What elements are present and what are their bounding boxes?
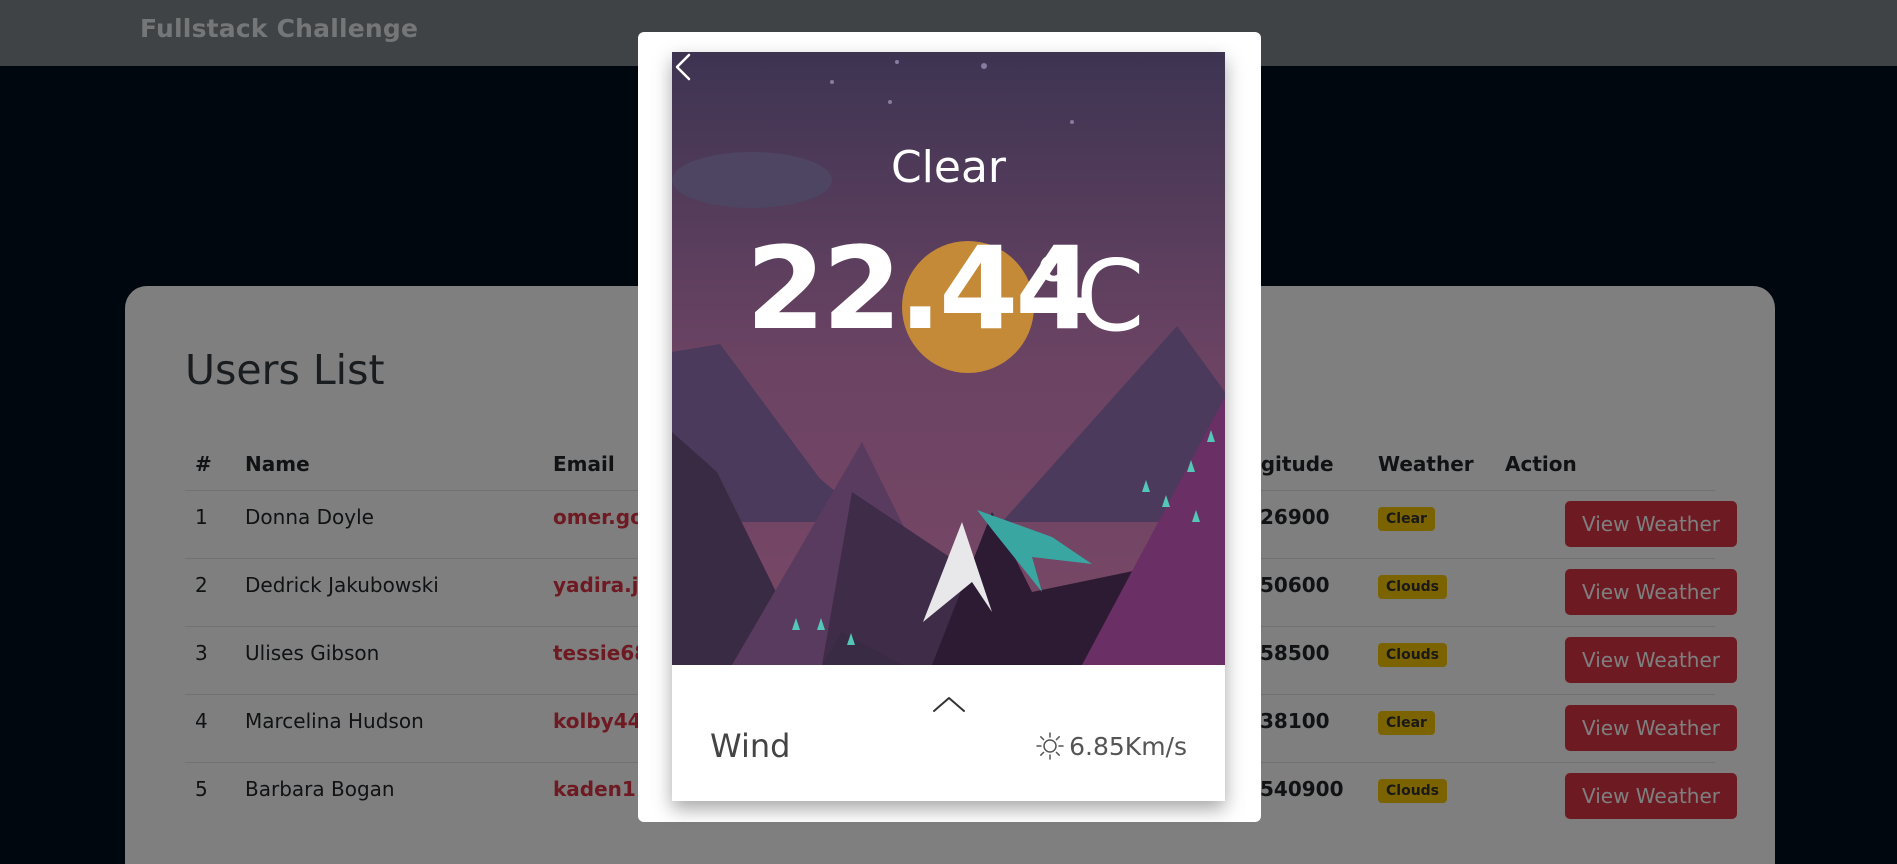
sun-icon xyxy=(1036,732,1064,760)
wind-reading: 6.85Km/s xyxy=(1035,731,1187,761)
weather-illustration: Clear 22.44 o C xyxy=(672,52,1225,665)
weather-modal: Clear 22.44 o C Wind 6.85Km/s xyxy=(638,32,1261,822)
degree-symbol: o xyxy=(1038,238,1070,292)
temperature-unit: C xyxy=(1076,240,1145,354)
weather-condition: Clear xyxy=(890,142,1007,193)
wind-speed-value: 6.85Km/s xyxy=(1069,731,1187,761)
wind-label: Wind xyxy=(710,727,791,765)
weather-card: Clear 22.44 o C Wind 6.85Km/s xyxy=(672,52,1225,801)
chevron-up-icon[interactable] xyxy=(932,695,966,713)
weather-details-panel: Wind 6.85Km/s xyxy=(672,665,1225,801)
chevron-left-icon[interactable] xyxy=(672,52,696,82)
